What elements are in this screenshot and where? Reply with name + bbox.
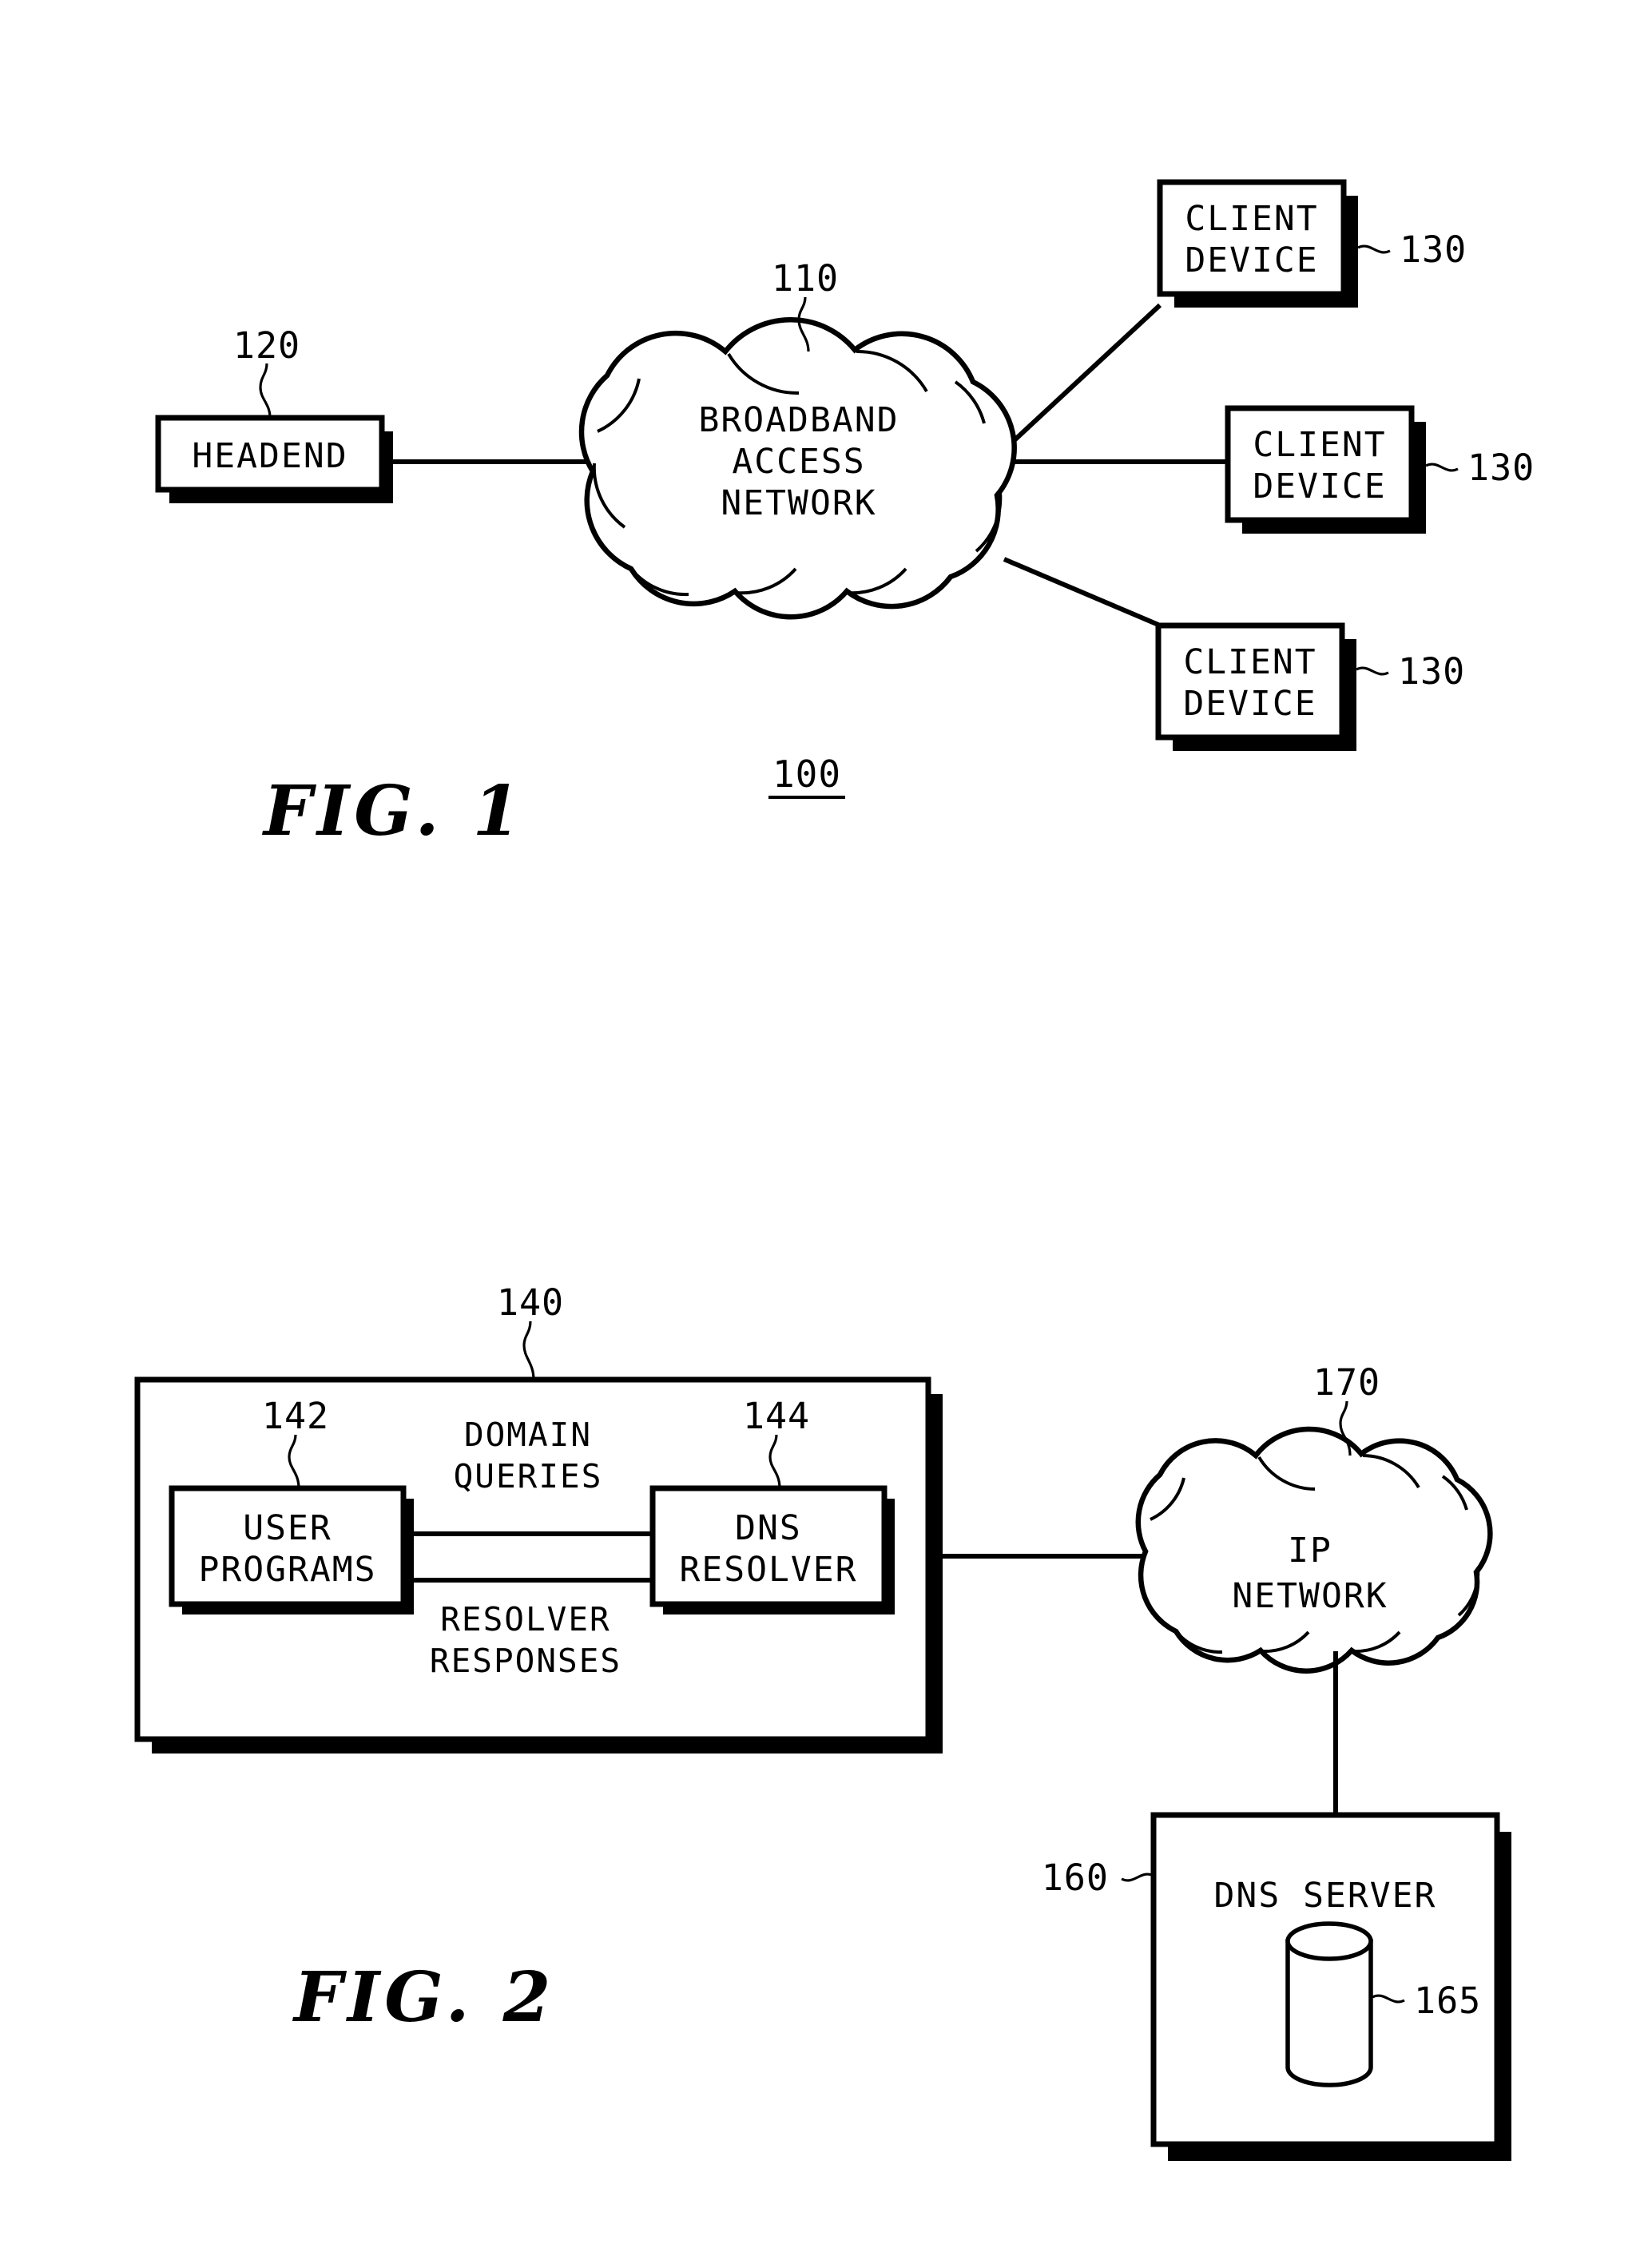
leader-line-130-a <box>1357 244 1391 254</box>
fig1-title: FIG. 1 <box>261 771 525 852</box>
client-device-1-label-line2: DEVICE <box>1185 240 1318 280</box>
network-label-line3: NETWORK <box>721 483 876 523</box>
ip-network-label-line2: NETWORK <box>1232 1576 1388 1616</box>
resolver-responses-label-line1: RESOLVER <box>440 1600 610 1638</box>
fig1-system-number: 100 <box>772 753 841 796</box>
user-programs-label-line2: PROGRAMS <box>198 1550 376 1590</box>
client-device-3-label-line1: CLIENT <box>1183 642 1316 682</box>
patent-drawing-sheet: HEADEND 120 BROADBAND ACCESS NETWORK 110 <box>0 0 1652 2244</box>
ref-number-142: 142 <box>262 1395 329 1437</box>
headend-label: HEADEND <box>192 436 347 476</box>
ref-number-160: 160 <box>1042 1857 1109 1899</box>
figures-canvas: HEADEND 120 BROADBAND ACCESS NETWORK 110 <box>134 179 1535 2161</box>
broadband-access-network-node[interactable]: BROADBAND ACCESS NETWORK <box>578 316 1017 620</box>
client-device-1-label-line1: CLIENT <box>1185 199 1318 239</box>
network-label-line1: BROADBAND <box>699 400 899 440</box>
client-device-2-label-line1: CLIENT <box>1253 425 1386 465</box>
client-device-2-node[interactable]: CLIENT DEVICE <box>1225 405 1426 534</box>
ref-number-110: 110 <box>772 257 839 300</box>
leader-line-120 <box>259 363 272 419</box>
dns-database-cylinder <box>1285 1921 1373 2087</box>
connector-network-to-client-1 <box>1003 303 1162 451</box>
leader-line-130-c <box>1356 666 1389 676</box>
dns-resolver-label-line1: DNS <box>735 1508 802 1548</box>
cylinder-body <box>1285 1939 1373 2087</box>
client-device-1-node[interactable]: CLIENT DEVICE <box>1157 179 1358 308</box>
figure-1-group: HEADEND 120 BROADBAND ACCESS NETWORK 110 <box>155 179 1535 852</box>
ip-network-node[interactable]: IP NETWORK <box>1135 1426 1493 1674</box>
connector-network-to-client-3 <box>1003 557 1160 627</box>
user-programs-label-line1: USER <box>243 1508 332 1548</box>
domain-queries-label-line1: DOMAIN <box>464 1416 592 1454</box>
dns-server-label: DNS SERVER <box>1214 1876 1437 1916</box>
headend-node[interactable]: HEADEND <box>155 415 393 503</box>
ref-number-144: 144 <box>743 1395 810 1437</box>
ref-number-170: 170 <box>1313 1361 1380 1404</box>
fig2-title: FIG. 2 <box>292 1957 555 2038</box>
ref-number-130-b: 130 <box>1467 447 1535 489</box>
dns-resolver-label-line2: RESOLVER <box>679 1550 857 1590</box>
ref-number-165: 165 <box>1414 1980 1481 2022</box>
network-label-line2: ACCESS <box>732 442 865 482</box>
ref-number-130-a: 130 <box>1400 228 1467 271</box>
ref-number-120: 120 <box>233 324 300 367</box>
leader-line-160 <box>1121 1873 1154 1882</box>
client-device-3-label-line2: DEVICE <box>1183 684 1316 724</box>
ref-number-140: 140 <box>497 1281 564 1324</box>
leader-line-130-b <box>1425 463 1459 472</box>
domain-queries-label-line2: QUERIES <box>454 1457 603 1495</box>
client-device-2-label-line2: DEVICE <box>1253 467 1386 506</box>
user-programs-node[interactable]: USER PROGRAMS <box>169 1485 414 1614</box>
client-device-3-node[interactable]: CLIENT DEVICE <box>1155 622 1356 751</box>
ip-network-label-line1: IP <box>1288 1531 1332 1571</box>
cylinder-top <box>1285 1921 1373 1961</box>
leader-line-140 <box>522 1321 535 1380</box>
figure-2-group: 140 USER PROGRAMS 142 DNS RESOLVER 144 D… <box>134 1281 1511 2161</box>
ref-number-130-c: 130 <box>1398 650 1465 693</box>
resolver-responses-label-line2: RESPONSES <box>430 1642 621 1680</box>
dns-resolver-node[interactable]: DNS RESOLVER <box>649 1485 895 1614</box>
